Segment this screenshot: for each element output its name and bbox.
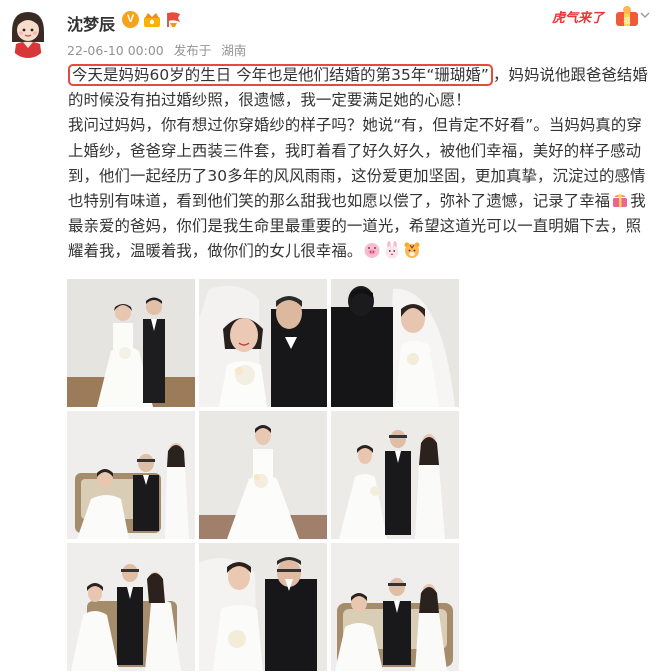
avatar[interactable] bbox=[6, 8, 50, 58]
post-paragraph-2: 我问过妈妈，你有想过你穿婚纱的样子吗？她说“有，但肯定不好看”。当妈妈真的穿上婚… bbox=[68, 113, 648, 264]
rabbit-face-icon bbox=[385, 241, 399, 259]
corner-decoration-text: 虎气来了 bbox=[552, 11, 605, 26]
card-decoration: 虎气来了 福 bbox=[548, 4, 650, 32]
post-timestamp[interactable]: 22-06-10 00:00 bbox=[67, 43, 164, 58]
gift-icon bbox=[613, 194, 628, 208]
photo-family-seated bbox=[67, 411, 195, 539]
paragraph-2-text-a: 我问过妈妈，你有想过你穿婚纱的样子吗？她说“有，但肯定不好看”。当妈妈真的穿上婚… bbox=[68, 116, 646, 211]
svg-text:福: 福 bbox=[624, 16, 631, 25]
post-location: 湖南 bbox=[221, 43, 247, 58]
chevron-down-icon[interactable] bbox=[640, 10, 650, 20]
photo-family-standing bbox=[331, 411, 459, 539]
photo-thumbnail[interactable] bbox=[199, 411, 327, 539]
pig-face-icon bbox=[364, 243, 380, 259]
crown-icon[interactable] bbox=[143, 11, 161, 28]
photo-family-kiss bbox=[67, 543, 195, 671]
photo-thumbnail[interactable] bbox=[331, 279, 459, 407]
tiger-face-icon bbox=[404, 242, 420, 259]
photo-thumbnail[interactable] bbox=[67, 279, 195, 407]
photo-couple-standing bbox=[67, 279, 195, 407]
verified-badge-icon[interactable]: V bbox=[122, 11, 139, 28]
photo-thumbnail[interactable] bbox=[67, 543, 195, 671]
photo-groom-back-bride-veil bbox=[331, 279, 459, 407]
photo-bride-alone bbox=[199, 411, 327, 539]
post-content: 今天是妈妈60岁的生日 今年也是他们结婚的第35年“珊瑚婚” ，妈妈说他跟爸爸结婚… bbox=[68, 63, 648, 265]
photo-thumbnail[interactable] bbox=[199, 279, 327, 407]
photo-thumbnail[interactable] bbox=[199, 543, 327, 671]
photo-grid bbox=[67, 279, 459, 671]
highlight-text: 今天是妈妈60岁的生日 今年也是他们结婚的第35年“珊瑚婚” bbox=[72, 66, 489, 84]
location-prefix: 发布于 bbox=[173, 43, 212, 58]
highlighted-sentence: 今天是妈妈60岁的生日 今年也是他们结婚的第35年“珊瑚婚” bbox=[68, 64, 493, 86]
user-badges: V bbox=[122, 11, 183, 28]
username[interactable]: 沈梦辰 bbox=[67, 11, 115, 35]
flag-icon[interactable] bbox=[165, 11, 183, 28]
post-paragraph-1: 今天是妈妈60岁的生日 今年也是他们结婚的第35年“珊瑚婚” ，妈妈说他跟爸爸结婚… bbox=[68, 63, 648, 113]
photo-thumbnail[interactable] bbox=[331, 411, 459, 539]
photo-thumbnail[interactable] bbox=[67, 411, 195, 539]
photo-couple-closeup bbox=[199, 279, 327, 407]
post-meta: 22-06-10 00:00 发布于 湖南 bbox=[67, 40, 246, 59]
gift-icon: 福 bbox=[616, 6, 638, 26]
avatar-girl-icon bbox=[6, 8, 50, 58]
photo-thumbnail[interactable] bbox=[331, 543, 459, 671]
photo-family-seated-2 bbox=[331, 543, 459, 671]
photo-couple-smile bbox=[199, 543, 327, 671]
